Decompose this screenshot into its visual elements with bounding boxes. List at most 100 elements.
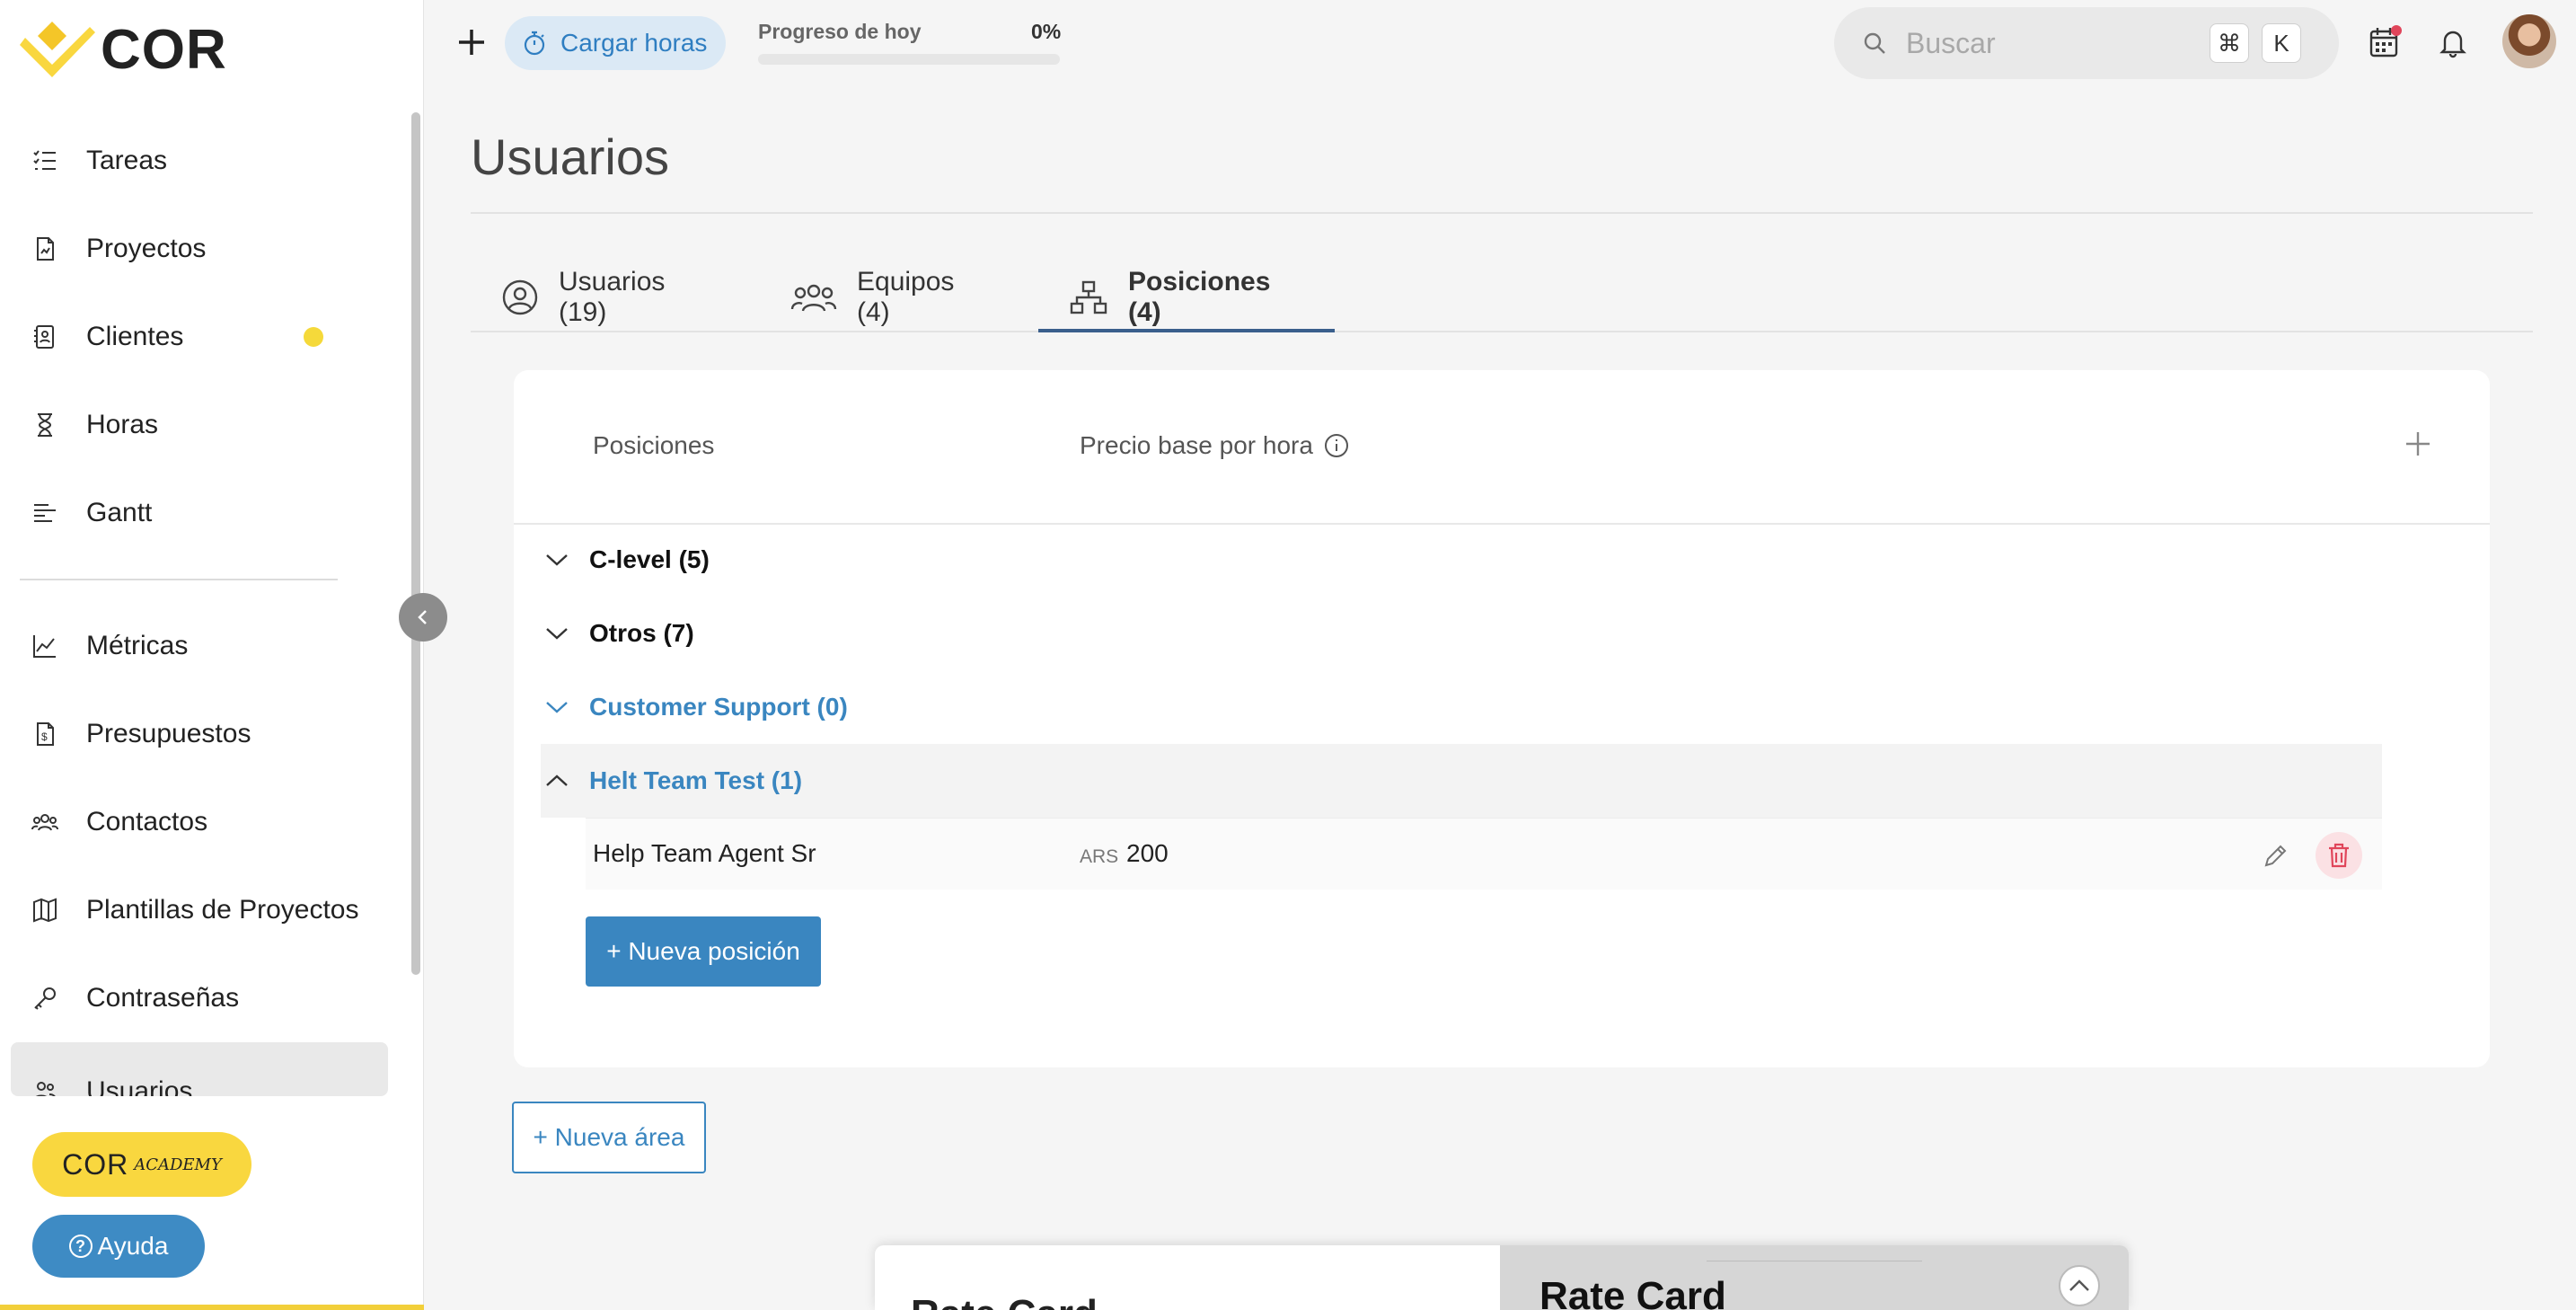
promo-preview-title: Rate Card (1539, 1274, 1726, 1310)
tab-label: Usuarios (19) (559, 267, 666, 327)
tab-label: Equipos (4) (857, 267, 955, 327)
tab-equipos[interactable]: Equipos (4) (790, 261, 954, 334)
load-hours-button[interactable]: Cargar horas (505, 16, 726, 70)
sidebar-item-usuarios[interactable]: Usuarios (11, 1042, 388, 1096)
help-icon: ? (68, 1235, 93, 1258)
hierarchy-icon (1069, 279, 1108, 315)
info-icon[interactable] (1324, 433, 1349, 463)
tab-label: Posiciones (4) (1128, 267, 1271, 327)
sidebar-item-clientes[interactable]: Clientes (11, 293, 388, 381)
new-position-button[interactable]: + Nueva posición (586, 916, 821, 987)
sidebar-nav: Tareas Proyectos Clientes Horas Gantt Mé… (11, 117, 388, 1096)
calendar-button[interactable] (2364, 22, 2405, 63)
progress-label: Progreso de hoy (758, 20, 922, 43)
load-hours-label: Cargar horas (560, 29, 708, 57)
sidebar: COR Tareas Proyectos Clientes Horas Gant… (0, 0, 424, 1310)
edit-position-button[interactable] (2256, 836, 2296, 875)
tab-usuarios[interactable]: Usuarios (19) (501, 261, 665, 334)
sidebar-item-presupuestos[interactable]: $ Presupuestos (11, 690, 388, 778)
page-title: Usuarios (471, 128, 669, 185)
sidebar-item-horas[interactable]: Horas (11, 381, 388, 469)
gantt-icon (31, 499, 59, 527)
position-currency: ARS (1080, 846, 1119, 867)
sidebar-item-tareas[interactable]: Tareas (11, 117, 388, 205)
sidebar-item-label: Gantt (86, 498, 153, 527)
help-label: Ayuda (97, 1232, 169, 1260)
map-icon (31, 896, 59, 925)
bell-icon (2439, 31, 2466, 58)
clients-icon (31, 323, 59, 351)
group-label: Helt Team Test (1) (589, 766, 803, 794)
brand-name: COR (101, 18, 227, 81)
tasks-icon (31, 146, 59, 175)
header-divider (514, 523, 2490, 525)
user-avatar[interactable] (2502, 14, 2556, 68)
notifications-button[interactable] (2432, 22, 2474, 63)
progress-value: 0% (1031, 20, 1062, 43)
column-header-positions: Posiciones (593, 431, 715, 459)
daily-progress-bar (758, 54, 1060, 65)
chevron-up-icon (2069, 1279, 2089, 1291)
command-key-hint: ⌘ (2210, 23, 2249, 63)
user-circle-icon (501, 279, 539, 316)
sidebar-item-label: Tareas (86, 146, 168, 175)
sidebar-item-plantillas[interactable]: Plantillas de Proyectos (11, 866, 388, 954)
group-row[interactable]: Customer Support (0) (539, 670, 848, 744)
group-label: C-level (5) (589, 545, 710, 573)
collapse-sidebar-button[interactable] (399, 593, 447, 642)
help-button[interactable]: ? Ayuda (32, 1215, 205, 1278)
tab-posiciones[interactable]: Posiciones (4) (1069, 261, 1270, 334)
rate-card-promo[interactable]: Rate Card Rate Card (875, 1245, 2129, 1310)
position-amount: 200 (1126, 839, 1169, 867)
search-icon (1864, 32, 1885, 54)
delete-position-button[interactable] (2316, 832, 2362, 879)
sidebar-item-metricas[interactable]: Métricas (11, 602, 388, 690)
column-header-price: Precio base por hora (1080, 431, 1313, 459)
sidebar-scrollbar[interactable] (411, 112, 420, 975)
contacts-icon (31, 808, 59, 836)
calendar-icon (2369, 25, 2402, 58)
promo-title: Rate Card (911, 1292, 1098, 1310)
position-name: Help Team Agent Sr (593, 839, 816, 867)
users-icon (31, 1076, 59, 1096)
trash-icon (2329, 843, 2349, 868)
chevron-down-icon (539, 700, 575, 714)
search-placeholder: Buscar (1906, 26, 1996, 59)
sidebar-item-label: Contactos (86, 807, 208, 836)
hourglass-icon (31, 411, 59, 439)
quick-add-button[interactable] (451, 22, 492, 63)
sidebar-divider (20, 579, 338, 580)
sidebar-item-gantt[interactable]: Gantt (11, 469, 388, 557)
projects-icon (31, 235, 59, 263)
group-row[interactable]: C-level (5) (539, 523, 710, 597)
group-label: Otros (7) (589, 619, 694, 647)
search-input[interactable]: Buscar ⌘ K (1834, 7, 2339, 79)
plus-icon (2406, 432, 2430, 456)
group-row-expanded[interactable]: Helt Team Test (1) (539, 744, 802, 818)
active-tab-indicator (1038, 329, 1335, 332)
budget-icon: $ (31, 720, 59, 748)
chevron-down-icon (539, 626, 575, 641)
collapse-promo-button[interactable] (2059, 1265, 2100, 1306)
plus-icon (459, 30, 484, 55)
sidebar-item-label: Horas (86, 410, 159, 439)
cor-academy-button[interactable]: COR ACADEMY (32, 1132, 251, 1197)
sidebar-item-label: Presupuestos (86, 719, 251, 748)
new-area-button[interactable]: + Nueva área (512, 1102, 706, 1173)
sidebar-item-label: Usuarios (86, 1076, 193, 1096)
stopwatch-icon (521, 30, 548, 57)
chevron-down-icon (539, 553, 575, 567)
add-position-button[interactable] (2402, 428, 2434, 460)
sidebar-item-contactos[interactable]: Contactos (11, 778, 388, 866)
group-label: Customer Support (0) (589, 693, 848, 721)
academy-main-label: COR (62, 1147, 129, 1181)
logo[interactable]: COR (18, 18, 227, 81)
academy-sub-label: ACADEMY (134, 1155, 222, 1174)
pencil-icon (2264, 845, 2287, 867)
sidebar-item-proyectos[interactable]: Proyectos (11, 205, 388, 293)
group-row[interactable]: Otros (7) (539, 597, 694, 670)
k-key-hint: K (2262, 23, 2301, 63)
promo-preview: Rate Card (1500, 1245, 2129, 1310)
sidebar-item-contrasenas[interactable]: Contraseñas (11, 954, 388, 1042)
notification-dot (304, 327, 323, 347)
